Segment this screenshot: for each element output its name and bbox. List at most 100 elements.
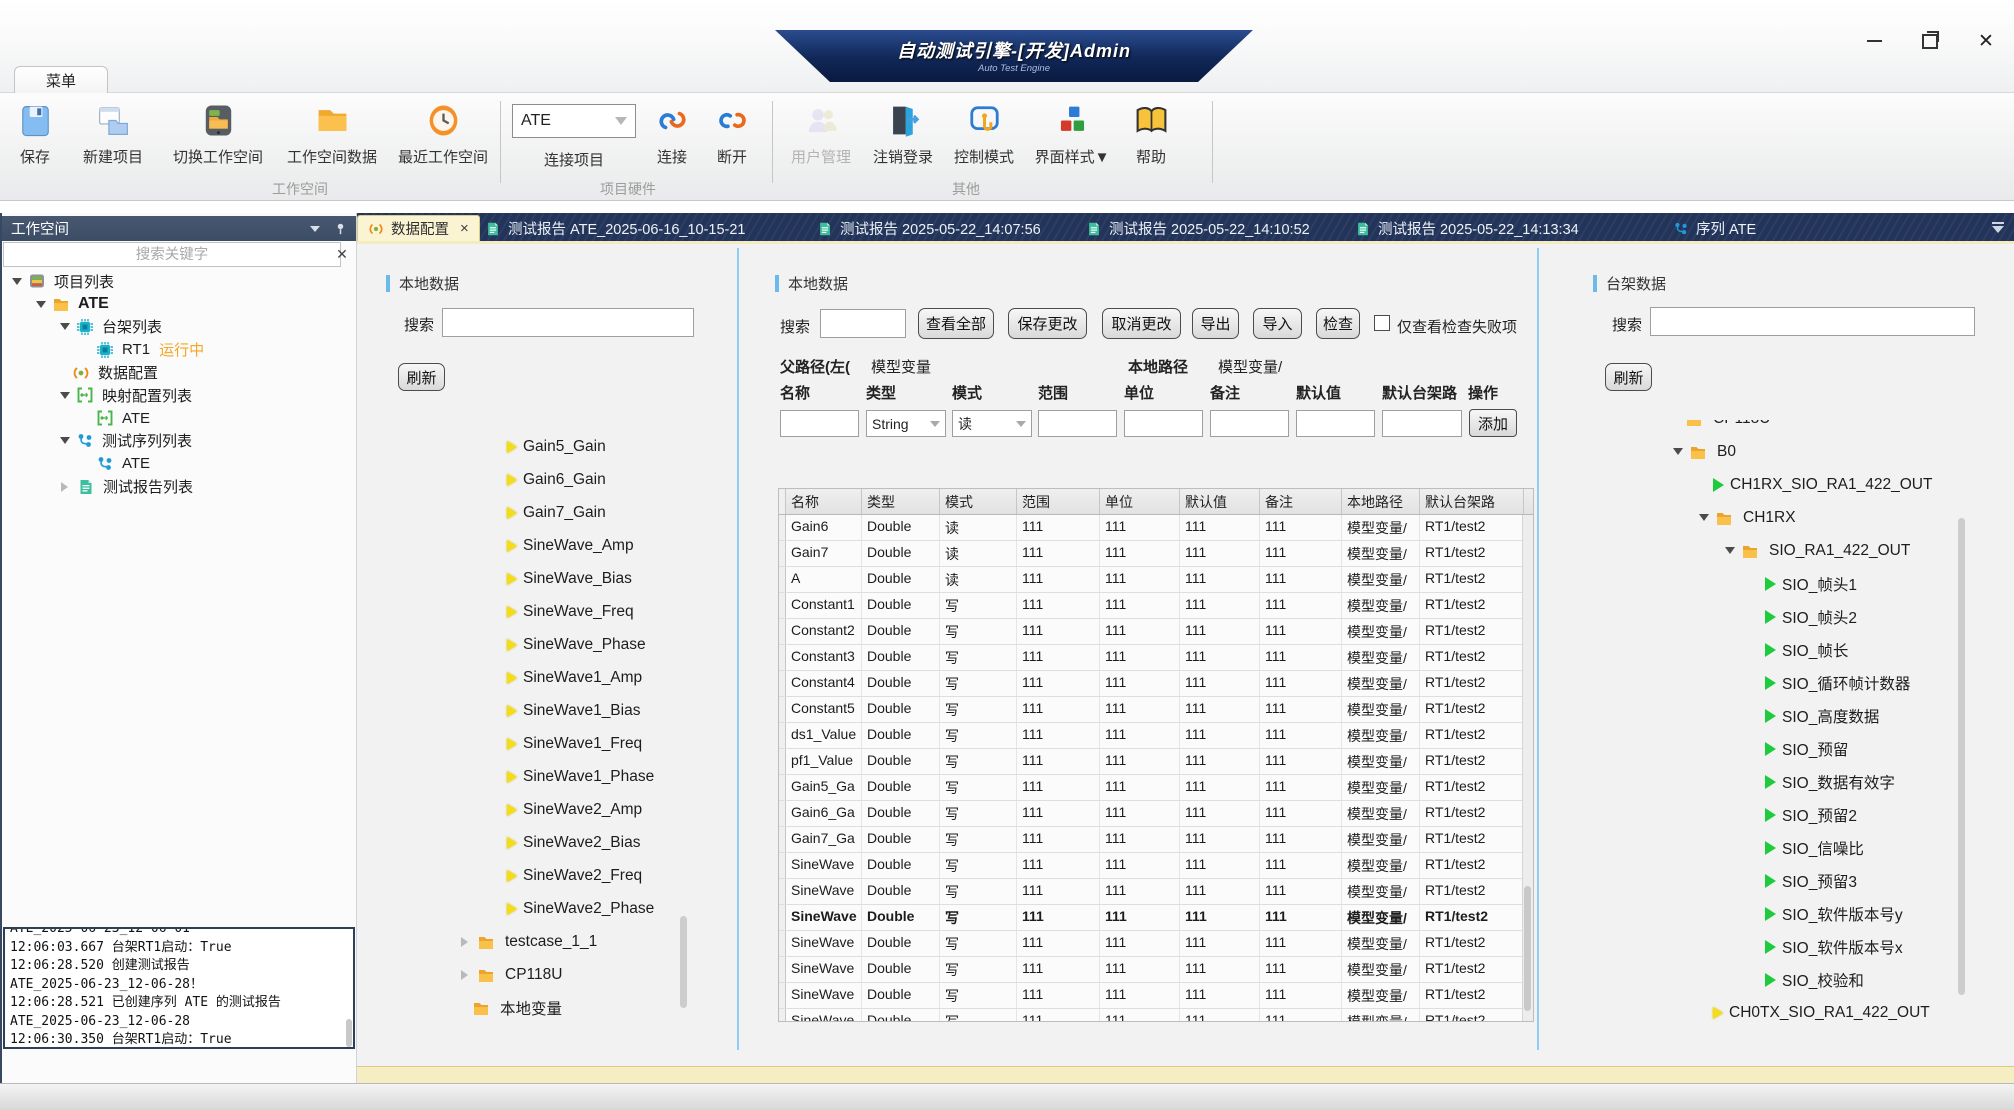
tab-close-icon[interactable]: × [460,220,469,237]
tree-item[interactable]: Gain7_Gain [366,496,731,529]
table-row[interactable]: SineWaveDouble写111111111111模型变量/RT1/test… [779,931,1533,957]
mode-select[interactable]: 读 [952,410,1032,437]
table-row[interactable]: Constant1Double写111111111111模型变量/RT1/tes… [779,593,1533,619]
tree-expander-icon[interactable] [60,392,70,399]
table-column-header[interactable]: 名称 [786,489,862,514]
default-field[interactable] [1296,410,1375,437]
table-row[interactable]: SineWaveDouble写111111111111模型变量/RT1/test… [779,905,1533,931]
menu-tab[interactable]: 菜单 [14,66,108,93]
table-row[interactable]: Gain7Double读111111111111模型变量/RT1/test2 [779,541,1533,567]
table-column-header[interactable]: 模式 [940,489,1017,514]
tree-item[interactable]: SineWave2_Amp [366,793,731,826]
tree-expander-icon[interactable] [60,323,70,330]
tree-item[interactable]: SineWave_Bias [366,562,731,595]
add-button[interactable]: 添加 [1469,409,1517,437]
sidebar-search-input[interactable] [3,242,341,267]
tree-expander-icon[interactable] [461,970,468,980]
save-changes-button[interactable]: 保存更改 [1008,308,1087,339]
table-row[interactable]: ADouble读111111111111模型变量/RT1/test2 [779,567,1533,593]
import-button[interactable]: 导入 [1253,308,1302,339]
view-all-button[interactable]: 查看全部 [918,308,994,339]
name-field[interactable] [780,410,859,437]
table-vscrollbar-thumb[interactable] [1524,886,1531,1011]
log-panel[interactable]: ATE_2025-06-23_12-06-0112:06:03.667 台架RT… [3,927,355,1049]
tree-item[interactable]: 项目列表 [2,270,356,293]
note-field[interactable] [1210,410,1289,437]
table-vscrollbar[interactable] [1522,515,1533,1021]
tree-item[interactable]: CH1RX_SIO_RA1_422_OUT [1643,468,2013,501]
switch-workspace-button[interactable]: 切换工作空间 [162,102,274,167]
tree-item[interactable]: RT1运行中 [2,338,356,361]
tree-item[interactable]: 数据配置 [2,361,356,384]
table-row[interactable]: Gain6Double读111111111111模型变量/RT1/test2 [779,515,1533,541]
table-row[interactable]: Constant3Double写111111111111模型变量/RT1/tes… [779,645,1533,671]
table-column-header[interactable]: 范围 [1017,489,1100,514]
tab-overflow-icon[interactable] [1992,222,2004,233]
tree-item[interactable]: SineWave_Phase [366,628,731,661]
table-column-header[interactable]: 备注 [1260,489,1342,514]
table-row[interactable]: Constant5Double写111111111111模型变量/RT1/tes… [779,697,1533,723]
table-row[interactable]: SineWaveDouble写111111111111模型变量/RT1/test… [779,853,1533,879]
tree-item[interactable]: CP118U [366,958,731,991]
range-field[interactable] [1038,410,1117,437]
tree-expander-icon[interactable] [60,437,70,444]
tab-document-2[interactable]: 测试报告 2025-05-22_14:07:56 [807,216,1051,241]
table-row[interactable]: Gain6_GaDouble写111111111111模型变量/RT1/test… [779,801,1533,827]
tree-item[interactable]: 测试报告列表 [2,475,356,498]
tab-document-4[interactable]: 测试报告 2025-05-22_14:13:34 [1345,216,1589,241]
tree-expander-icon[interactable] [12,278,22,285]
tree-item[interactable]: SineWave1_Bias [366,694,731,727]
table-column-header[interactable]: 单位 [1100,489,1180,514]
tab-document-3[interactable]: 测试报告 2025-05-22_14:10:52 [1076,216,1320,241]
tree-expander-icon[interactable] [461,937,468,947]
tree-item[interactable]: SineWave_Amp [366,529,731,562]
tree-item[interactable]: SineWave2_Freq [366,859,731,892]
table-row[interactable]: SineWaveDouble写111111111111模型变量/RT1/test… [779,957,1533,983]
close-button[interactable]: ✕ [1972,28,2000,54]
recent-workspace-button[interactable]: 最近工作空间 [390,102,496,167]
tree-item[interactable]: ATE [2,452,356,475]
default-bench-field[interactable] [1382,410,1462,437]
connect-project-select[interactable]: ATE [512,104,636,138]
help-button[interactable]: 帮助 [1122,102,1180,167]
table-column-header[interactable]: 默认值 [1180,489,1260,514]
logout-button[interactable]: 注销登录 [866,102,940,167]
table-column-header[interactable]: 默认台架路 [1420,489,1524,514]
table-row[interactable]: SineWaveDouble写111111111111模型变量/RT1/test… [779,879,1533,905]
save-button[interactable]: 保存 [6,102,64,167]
tree-item[interactable]: testcase_1_1 [366,925,731,958]
unit-field[interactable] [1124,410,1203,437]
collapse-icon[interactable] [310,226,320,232]
check-button[interactable]: 检查 [1316,308,1360,339]
workspace-data-button[interactable]: 工作空间数据 [280,102,384,167]
tab-data-config[interactable]: 数据配置× [357,215,480,241]
tree-item[interactable]: SineWave2_Bias [366,826,731,859]
ui-style-button[interactable]: 界面样式▼ [1028,102,1116,167]
tree-item[interactable]: SineWave2_Phase [366,892,731,925]
table-row[interactable]: Gain5_GaDouble写111111111111模型变量/RT1/test… [779,775,1533,801]
control-mode-button[interactable]: 控制模式 [946,102,1022,167]
tree-expander-icon[interactable] [61,482,68,492]
type-select[interactable]: String [866,410,946,437]
tree-expander-icon[interactable] [1725,547,1735,554]
pin-icon[interactable] [334,222,347,235]
tree-expander-icon[interactable] [36,301,46,308]
cancel-changes-button[interactable]: 取消更改 [1102,308,1181,339]
table-column-header[interactable]: 本地路径 [1342,489,1420,514]
tree-item[interactable]: SineWave1_Phase [366,760,731,793]
table-row[interactable]: ds1_ValueDouble写111111111111模型变量/RT1/tes… [779,723,1533,749]
tree-item[interactable]: SineWave1_Freq [366,727,731,760]
tree-expander-icon[interactable] [1673,448,1683,455]
tree-item[interactable]: 台架列表 [2,316,356,339]
table-row[interactable]: pf1_ValueDouble写111111111111模型变量/RT1/tes… [779,749,1533,775]
log-scrollbar[interactable] [346,1019,352,1047]
table-search-input[interactable] [820,309,906,338]
table-row[interactable]: Gain7_GaDouble写111111111111模型变量/RT1/test… [779,827,1533,853]
tree-item[interactable]: ATE [2,407,356,430]
bench-tree-scrollbar[interactable] [1958,518,1965,995]
tree-item[interactable]: 本地变量 [366,991,731,1024]
table-row[interactable]: SineWaveDouble写111111111111模型变量/RT1/test… [779,983,1533,1009]
maximize-button[interactable] [1916,28,1944,54]
failed-only-checkbox[interactable] [1374,315,1390,331]
new-project-button[interactable]: 新建项目 [70,102,156,167]
